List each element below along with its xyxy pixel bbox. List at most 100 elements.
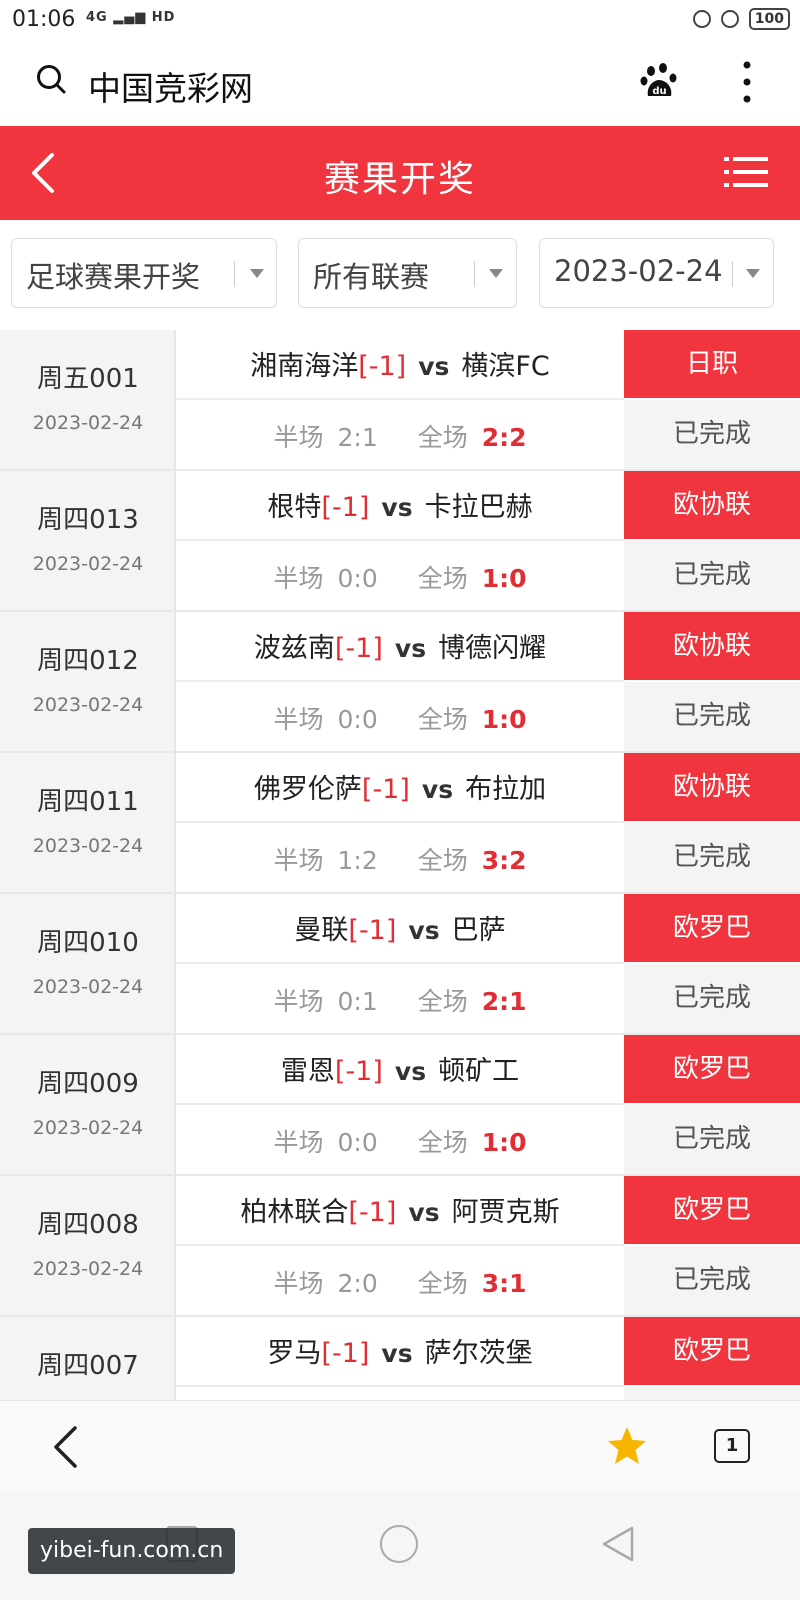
- vs-label: vs: [381, 493, 413, 522]
- vs-label: vs: [381, 1339, 413, 1368]
- signal-indicator: 4G ▂▄▆ HD: [86, 10, 175, 25]
- teams: 雷恩[-1] vs 顿矿工: [176, 1049, 624, 1088]
- match-row[interactable]: 周四012 2023-02-24 波兹南[-1] vs 博德闪耀 半场 0:0 全场 1:…: [0, 612, 800, 753]
- nav-back-icon[interactable]: [600, 1524, 636, 1564]
- status-bar: 01:06 4G ▂▄▆ HD 100: [0, 0, 800, 40]
- teams: 湘南海洋[-1] vs 横滨FC: [176, 344, 624, 383]
- match-score-row: 半场 0:0 全场 1:0: [176, 682, 624, 751]
- match-score-row: 半场全场: [176, 1387, 624, 1400]
- network-type: 4G: [86, 10, 108, 25]
- search-icon[interactable]: [36, 64, 66, 94]
- vs-label: vs: [408, 916, 440, 945]
- match-status: 已完成: [624, 400, 800, 469]
- handicap: [-1]: [334, 633, 383, 664]
- full-label: 全场: [417, 423, 468, 452]
- filter-bar: 足球赛果开奖 所有联赛 2023-02-24: [0, 220, 800, 330]
- handicap: [-1]: [358, 351, 407, 382]
- match-code: 周四008: [37, 1210, 139, 1240]
- match-row[interactable]: 周四011 2023-02-24 佛罗伦萨[-1] vs 布拉加 半场 1:2 全场 3:…: [0, 753, 800, 894]
- scores: 半场 1:2 全场 3:2: [176, 841, 624, 877]
- match-date: 2023-02-24: [32, 1258, 144, 1280]
- match-info: 周四013 2023-02-24: [0, 471, 176, 610]
- home-team: 曼联: [294, 915, 349, 946]
- match-info: 周四009 2023-02-24: [0, 1035, 176, 1174]
- match-info: 周四007 2023-02-24: [0, 1317, 176, 1400]
- match-code: 周五001: [37, 364, 139, 394]
- status-time: 01:06: [12, 7, 76, 32]
- match-status: 已完成: [624, 541, 800, 610]
- match-status: 已完成: [624, 823, 800, 892]
- match-teams-row: 柏林联合[-1] vs 阿贾克斯: [176, 1176, 624, 1246]
- full-label: 全场: [417, 987, 468, 1016]
- match-code: 周四007: [37, 1351, 139, 1381]
- match-row[interactable]: 周五001 2023-02-24 湘南海洋[-1] vs 横滨FC 半场 2:1 全场 2…: [0, 330, 800, 471]
- match-row[interactable]: 周四009 2023-02-24 雷恩[-1] vs 顿矿工 半场 0:0 全场 1:0 …: [0, 1035, 800, 1176]
- match-date: 2023-02-24: [32, 835, 144, 857]
- browser-bar: 中国竞彩网 du: [0, 40, 800, 126]
- away-team: 卡拉巴赫: [424, 492, 533, 523]
- half-label: 半场: [273, 705, 324, 734]
- full-score: 2:1: [481, 987, 527, 1016]
- scores: 半场 2:0 全场 3:1: [176, 1264, 624, 1300]
- filter-label: 2023-02-24: [554, 254, 723, 288]
- hd-indicator: HD: [151, 10, 176, 25]
- match-info: 周五001 2023-02-24: [0, 330, 176, 469]
- half-score: 0:1: [337, 987, 378, 1016]
- location-icon: [692, 10, 711, 28]
- away-team: 布拉加: [465, 774, 547, 805]
- filter-result-type-select[interactable]: 足球赛果开奖: [11, 238, 277, 308]
- half-score: 0:0: [337, 1128, 378, 1157]
- match-status: 已完成: [624, 1105, 800, 1174]
- filter-league-select[interactable]: 所有联赛: [298, 238, 517, 308]
- browser-back-icon[interactable]: [52, 1425, 78, 1469]
- match-row[interactable]: 周四008 2023-02-24 柏林联合[-1] vs 阿贾克斯 半场 2:0 全场 3…: [0, 1176, 800, 1317]
- match-date: 2023-02-24: [32, 553, 144, 575]
- half-score: 2:0: [337, 1269, 378, 1298]
- site-title[interactable]: 中国竞彩网: [88, 62, 253, 110]
- signal-bars-icon: ▂▄▆: [113, 10, 147, 25]
- baidu-paw-icon[interactable]: du: [640, 62, 680, 102]
- half-label: 半场: [273, 1128, 324, 1157]
- league-badge: 欧协联: [624, 753, 800, 821]
- filter-divider: [732, 261, 733, 287]
- page-title: 赛果开奖: [323, 159, 476, 200]
- away-team: 阿贾克斯: [451, 1197, 560, 1228]
- match-score-row: 半场 0:0 全场 1:0: [176, 541, 624, 610]
- match-date: 2023-02-24: [32, 412, 144, 434]
- full-score: 1:0: [481, 564, 527, 593]
- handicap: [-1]: [321, 1338, 370, 1369]
- home-team: 佛罗伦萨: [253, 774, 362, 805]
- full-score: 3:2: [481, 846, 527, 875]
- menu-list-icon[interactable]: [724, 154, 768, 190]
- match-score-row: 半场 2:1 全场 2:2: [176, 400, 624, 469]
- league-badge: 欧罗巴: [624, 1035, 800, 1103]
- match-row[interactable]: 周四013 2023-02-24 根特[-1] vs 卡拉巴赫 半场 0:0 全场 1:0…: [0, 471, 800, 612]
- filter-date-select[interactable]: 2023-02-24: [539, 238, 774, 308]
- match-row[interactable]: 周四007 2023-02-24 罗马[-1] vs 萨尔茨堡 半场全场 欧罗巴 已…: [0, 1317, 800, 1400]
- match-teams-row: 佛罗伦萨[-1] vs 布拉加: [176, 753, 624, 823]
- league-badge: 欧罗巴: [624, 894, 800, 962]
- scores: 半场 0:0 全场 1:0: [176, 1123, 624, 1159]
- match-score-row: 半场 2:0 全场 3:1: [176, 1246, 624, 1315]
- match-teams-row: 波兹南[-1] vs 博德闪耀: [176, 612, 624, 682]
- vs-label: vs: [394, 634, 427, 663]
- vs-label: vs: [421, 775, 454, 804]
- match-row[interactable]: 周四010 2023-02-24 曼联[-1] vs 巴萨 半场 0:1 全场 2:1 欧…: [0, 894, 800, 1035]
- full-label: 全场: [417, 564, 468, 593]
- more-vertical-icon[interactable]: [742, 60, 752, 104]
- match-info: 周四010 2023-02-24: [0, 894, 176, 1033]
- page-header: 赛果开奖: [0, 126, 800, 220]
- teams: 佛罗伦萨[-1] vs 布拉加: [176, 767, 624, 806]
- chevron-down-icon: [250, 269, 264, 278]
- half-score: 2:1: [337, 423, 378, 452]
- star-icon[interactable]: [606, 1425, 648, 1467]
- vs-label: vs: [394, 1057, 427, 1086]
- match-status: 已完成: [624, 1387, 800, 1400]
- home-icon[interactable]: [380, 1525, 418, 1563]
- half-label: 半场: [273, 564, 324, 593]
- scores: 半场 2:1 全场 2:2: [176, 418, 624, 454]
- match-list[interactable]: 周五001 2023-02-24 湘南海洋[-1] vs 横滨FC 半场 2:1 全场 2…: [0, 330, 800, 1400]
- teams: 曼联[-1] vs 巴萨: [176, 908, 624, 947]
- league-badge: 欧罗巴: [624, 1317, 800, 1385]
- tabs-count-button[interactable]: 1: [714, 1429, 750, 1463]
